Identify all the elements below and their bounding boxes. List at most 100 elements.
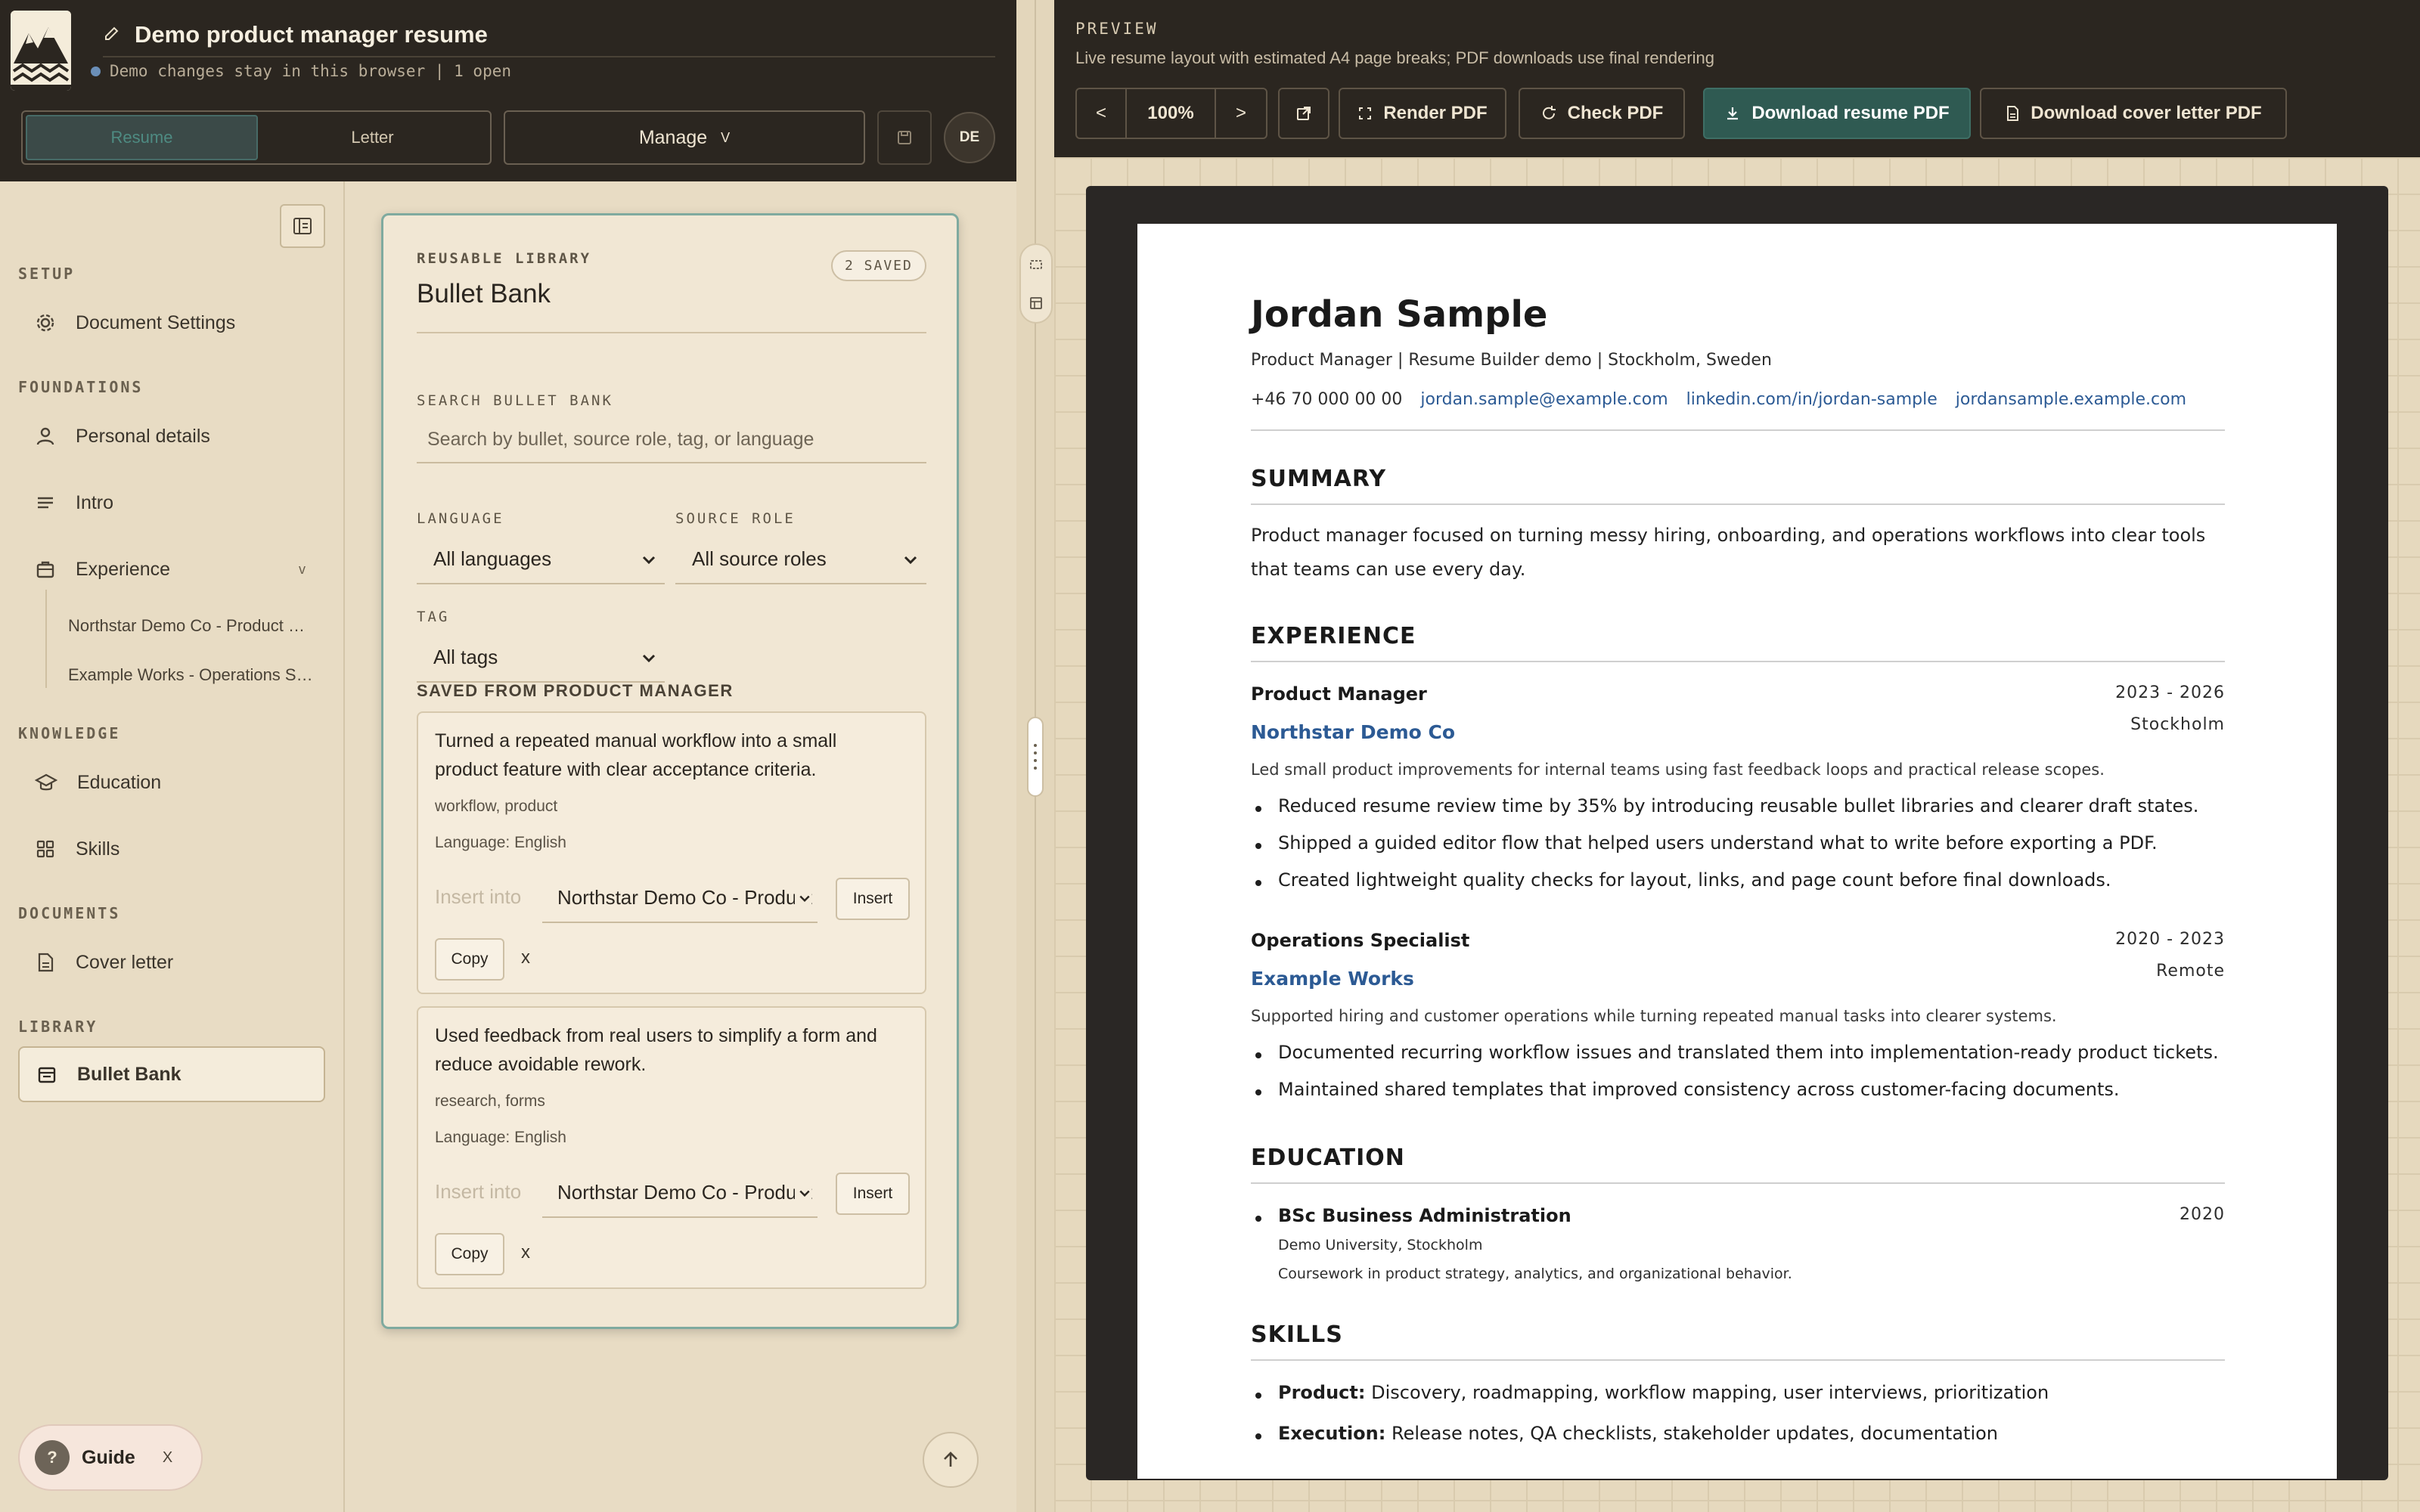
resume-subline: Product Manager | Resume Builder demo | … xyxy=(1251,351,1772,370)
scroll-to-top-button[interactable] xyxy=(923,1432,979,1488)
document-type-toggle: Resume Letter xyxy=(21,110,492,165)
job-description: Led small product improvements for inter… xyxy=(1251,761,2105,779)
source-role-select-value: All source roles xyxy=(692,547,827,570)
section-label-setup: SETUP xyxy=(18,265,76,283)
language-select[interactable]: All languages xyxy=(417,534,665,584)
edit-title-icon[interactable] xyxy=(103,24,121,46)
bullet-point xyxy=(1255,1089,1261,1095)
resize-handle[interactable] xyxy=(1027,717,1044,797)
guide-close-button[interactable]: X xyxy=(163,1449,172,1467)
check-pdf-label: Check PDF xyxy=(1567,103,1664,123)
sidebar-item-cover-letter[interactable]: Cover letter xyxy=(18,934,325,990)
sidebar-item-education[interactable]: Education xyxy=(18,754,325,810)
job-company: Northstar Demo Co xyxy=(1251,721,1456,743)
skill-line: Product: Discovery, roadmapping, workflo… xyxy=(1278,1382,2049,1403)
zoom-level[interactable]: 100% xyxy=(1127,89,1216,138)
education-school: Demo University, Stockholm xyxy=(1278,1237,1483,1253)
language-badge[interactable]: DE xyxy=(944,112,995,163)
job-dates: 2020 - 2023 xyxy=(2115,930,2225,949)
bullet-search-input[interactable] xyxy=(417,417,926,463)
file-icon xyxy=(2007,106,2019,121)
bullet-text: Used feedback from real users to simplif… xyxy=(435,1025,877,1075)
tab-letter[interactable]: Letter xyxy=(258,115,487,160)
sidebar-subitem-northstar[interactable]: Northstar Demo Co - Product Manager xyxy=(68,616,318,636)
manage-button[interactable]: Manage V xyxy=(504,110,865,165)
tab-resume[interactable]: Resume xyxy=(26,115,258,160)
chevron-down-icon xyxy=(904,556,917,565)
download-icon xyxy=(1727,107,1739,120)
section-rule xyxy=(1251,1359,2225,1361)
resume-website-link[interactable]: jordansample.example.com xyxy=(1956,390,2186,409)
education-note: Coursework in product strategy, analytic… xyxy=(1278,1266,1792,1282)
sidebar-item-intro[interactable]: Intro xyxy=(18,475,325,531)
bullet-language: Language: English xyxy=(435,834,566,851)
graduation-cap-icon xyxy=(35,773,57,791)
sidebar: SETUP Document Settings FOUNDATIONS Pers… xyxy=(0,181,345,1512)
source-role-select[interactable]: All source roles xyxy=(675,534,926,584)
fit-width-icon[interactable] xyxy=(1028,257,1044,272)
education-year: 2020 xyxy=(2180,1205,2225,1224)
copy-button[interactable]: Copy xyxy=(435,1233,504,1275)
job-role: Operations Specialist xyxy=(1251,930,1470,951)
section-heading-summary: SUMMARY xyxy=(1251,466,1387,492)
resume-contacts: +46 70 000 00 00 jordan.sample@example.c… xyxy=(1251,390,2186,409)
insert-target-select[interactable]: Northstar Demo Co - Product Manager xyxy=(542,1168,818,1218)
section-heading-experience: EXPERIENCE xyxy=(1251,623,1416,649)
sidebar-item-document-settings[interactable]: Document Settings xyxy=(18,295,325,351)
resume-email-link[interactable]: jordan.sample@example.com xyxy=(1420,390,1668,409)
render-pdf-button[interactable]: Render PDF xyxy=(1339,88,1506,139)
gear-icon xyxy=(36,314,54,332)
collapse-sidebar-button[interactable] xyxy=(280,204,325,248)
download-resume-button[interactable]: Download resume PDF xyxy=(1703,88,1971,139)
sidebar-item-label: Bullet Bank xyxy=(77,1063,182,1085)
resume-linkedin-link[interactable]: linkedin.com/in/jordan-sample xyxy=(1686,390,1938,409)
bullet-card: Used feedback from real users to simplif… xyxy=(417,1006,926,1289)
sidebar-item-skills[interactable]: Skills xyxy=(18,821,325,877)
bullet-point xyxy=(1255,1393,1261,1399)
job-role: Product Manager xyxy=(1251,683,1427,705)
sidebar-item-bullet-bank[interactable]: Bullet Bank xyxy=(18,1046,325,1102)
insert-button[interactable]: Insert xyxy=(836,1173,910,1215)
zoom-out-button[interactable]: < xyxy=(1077,89,1127,138)
insert-target-select[interactable]: Northstar Demo Co - Product Manager xyxy=(542,873,818,923)
check-pdf-button[interactable]: Check PDF xyxy=(1519,88,1685,139)
guide-button[interactable]: ? Guide X xyxy=(18,1424,203,1491)
sidebar-subitem-example-works[interactable]: Example Works - Operations Specialist xyxy=(68,665,318,685)
bullet-tags: workflow, product xyxy=(435,798,558,815)
download-cover-letter-button[interactable]: Download cover letter PDF xyxy=(1980,88,2287,139)
zoom-in-button[interactable]: > xyxy=(1216,89,1266,138)
download-resume-label: Download resume PDF xyxy=(1751,103,1950,123)
tag-select[interactable]: All tags xyxy=(417,633,665,683)
section-heading-skills: SKILLS xyxy=(1251,1321,1343,1348)
chevron-down-icon xyxy=(795,890,811,906)
bullet-text: Turned a repeated manual workflow into a… xyxy=(435,730,837,780)
save-button[interactable] xyxy=(877,110,932,165)
panel-splitter[interactable] xyxy=(1016,0,1054,1512)
sidebar-item-personal-details[interactable]: Personal details xyxy=(18,408,325,464)
section-label-documents: DOCUMENTS xyxy=(18,904,121,922)
sidebar-item-experience[interactable]: Experience v xyxy=(18,541,325,597)
chevron-down-icon xyxy=(795,1185,811,1201)
skill-values: Release notes, QA checklists, stakeholde… xyxy=(1385,1423,1999,1444)
document-title[interactable]: Demo product manager resume xyxy=(135,21,488,48)
title-divider xyxy=(103,56,995,57)
save-icon xyxy=(898,131,911,144)
saved-group-title: SAVED FROM PRODUCT MANAGER xyxy=(417,681,734,700)
job-dates: 2023 - 2026 xyxy=(2115,683,2225,702)
insert-into-label: Insert into xyxy=(435,885,522,908)
open-external-button[interactable] xyxy=(1278,88,1329,139)
copy-button[interactable]: Copy xyxy=(435,938,504,981)
status-text: Demo changes stay in this browser | 1 op… xyxy=(110,62,512,80)
job-bullet: Documented recurring workflow issues and… xyxy=(1278,1042,2219,1063)
panel-layout-icon[interactable] xyxy=(1028,296,1044,311)
bullet-bank-card: REUSABLE LIBRARY Bullet Bank 2 SAVED SEA… xyxy=(381,213,959,1329)
app-logo[interactable] xyxy=(11,11,71,91)
insert-button[interactable]: Insert xyxy=(836,878,910,920)
skill-line: Execution: Release notes, QA checklists,… xyxy=(1278,1423,1998,1444)
expand-icon xyxy=(1359,107,1372,119)
bullet-point xyxy=(1255,880,1261,886)
bullet-language: Language: English xyxy=(435,1129,566,1146)
remove-bullet-button[interactable]: x xyxy=(521,947,530,968)
remove-bullet-button[interactable]: x xyxy=(521,1242,530,1263)
search-label: SEARCH BULLET BANK xyxy=(417,392,613,409)
